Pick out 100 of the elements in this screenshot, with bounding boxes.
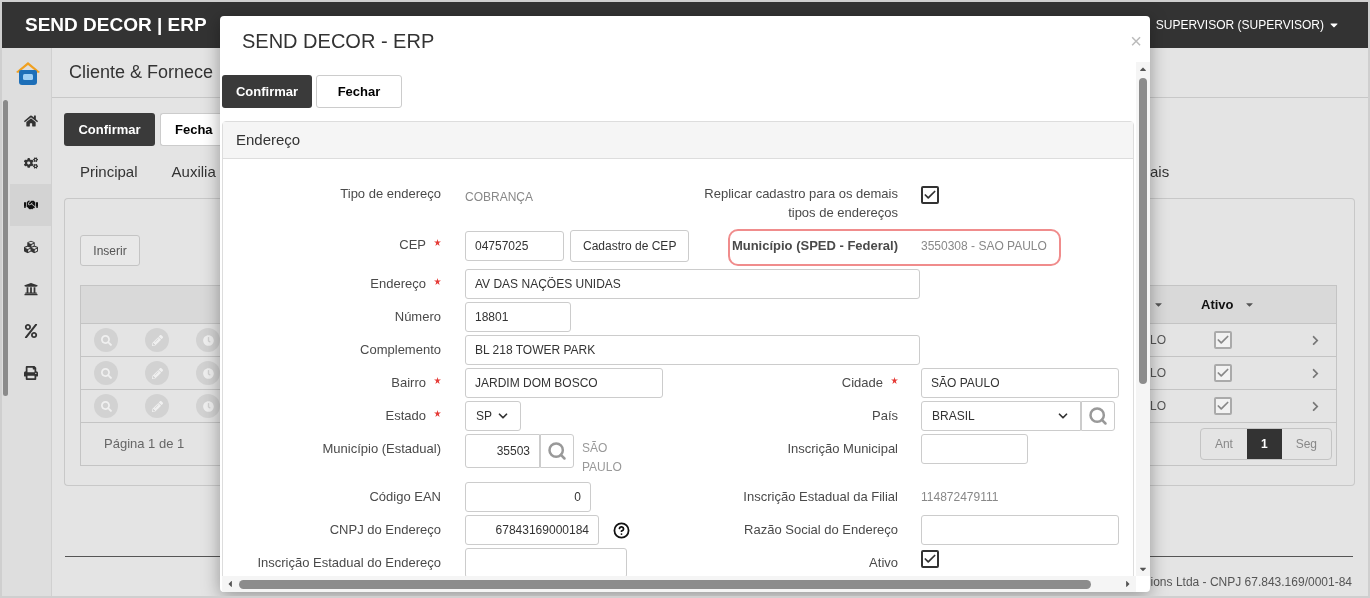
horizontal-scrollbar[interactable] <box>222 576 1136 592</box>
modal-title: SEND DECOR - ERP <box>242 29 435 54</box>
bank-icon <box>23 282 38 296</box>
field-label: Bairro <box>391 374 426 392</box>
table-cell-text: LO <box>1150 332 1167 349</box>
field-label: Município (SPED - Federal) <box>730 237 898 255</box>
sidebar-item[interactable] <box>10 184 51 226</box>
check-icon <box>923 188 937 202</box>
handshake-icon <box>23 198 38 212</box>
confirm-button[interactable]: Confirmar <box>64 113 155 146</box>
field-label: CEP <box>399 236 426 254</box>
check-icon <box>1216 366 1230 380</box>
percent-icon <box>23 324 38 338</box>
history-button[interactable] <box>196 328 220 352</box>
checkbox[interactable] <box>1214 364 1232 382</box>
field-label: Município (Estadual) <box>322 440 441 458</box>
printer-icon <box>23 366 38 380</box>
user-menu[interactable]: SUPERVISOR (SUPERVISOR) <box>1155 16 1324 34</box>
tab[interactable]: Auxilia <box>171 160 216 184</box>
field-label: Complemento <box>360 341 441 359</box>
search-icon <box>547 441 567 461</box>
checkbox[interactable] <box>921 186 939 204</box>
field-label: Cidade <box>841 374 883 392</box>
clock-icon <box>202 367 214 379</box>
home-icon <box>23 114 38 128</box>
check-icon <box>1216 333 1230 347</box>
check-icon <box>923 552 937 566</box>
input-field[interactable] <box>465 548 627 576</box>
gears-icon <box>23 156 38 170</box>
input-field[interactable]: SÃO PAULO <box>921 368 1119 398</box>
field-value: 3550308 - SAO PAULO <box>921 238 1047 255</box>
field-label: Inscrição Municipal <box>787 440 898 458</box>
cep-button[interactable]: Cadastro de CEP <box>570 230 690 262</box>
field-label: Código EAN <box>369 488 441 506</box>
help-icon <box>613 521 630 539</box>
pencil-icon <box>151 334 163 346</box>
select-field[interactable]: BRASIL <box>921 401 1081 431</box>
field-label: Ativo <box>869 554 898 572</box>
field-label: Inscrição Estadual do Endereço <box>257 554 441 572</box>
required-icon <box>891 377 898 384</box>
page-summary: Página 1 de 1 <box>104 435 185 454</box>
required-icon <box>434 410 441 417</box>
chevron-icon <box>1310 400 1321 412</box>
input-field[interactable]: 0 <box>465 482 591 512</box>
field-note: SÃO PAULO <box>582 440 623 476</box>
checkbox[interactable] <box>921 550 939 568</box>
input-field[interactable]: 18801 <box>465 302 571 332</box>
input-field[interactable] <box>921 515 1119 545</box>
close-button[interactable]: Fecha <box>160 113 220 146</box>
field-label: Número <box>394 308 441 326</box>
search-icon <box>100 367 112 379</box>
field-label: CNPJ do Endereço <box>329 521 441 539</box>
footer-text: ions Ltda - CNPJ 67.843.169/0001-84 <box>1150 574 1352 591</box>
tab[interactable]: ais <box>1150 160 1170 184</box>
chevron-icon <box>1310 334 1321 346</box>
field-label: Estado <box>385 407 426 425</box>
input-field[interactable]: 67843169000184 <box>465 515 599 545</box>
table-cell-text: LO <box>1150 365 1167 382</box>
cubes-icon <box>23 240 38 254</box>
vertical-scrollbar[interactable] <box>1136 62 1150 576</box>
history-button[interactable] <box>196 361 220 385</box>
column-header[interactable]: Ativo <box>1201 294 1234 315</box>
confirm-button[interactable]: Confirmar <box>222 75 312 108</box>
field-label: Razão Social do Endereço <box>744 521 898 539</box>
input-field[interactable] <box>921 434 1028 464</box>
input-field[interactable]: AV DAS NAÇÕES UNIDAS <box>465 269 920 299</box>
brand-title: SEND DECOR | ERP <box>25 12 207 37</box>
field-label: Tipo de endereço <box>340 185 441 203</box>
search-icon <box>100 400 112 412</box>
page-title: Cliente & Fornece <box>69 61 214 84</box>
pencil-icon <box>151 367 163 379</box>
close-button[interactable]: Fechar <box>316 75 402 108</box>
section-title: Endereço <box>236 129 301 150</box>
input-field[interactable]: BL 218 TOWER PARK <box>465 335 920 365</box>
insert-button[interactable]: Inserir <box>80 235 140 266</box>
input-field[interactable]: JARDIM DOM BOSCO <box>465 368 663 398</box>
input-field[interactable]: 04757025 <box>465 231 564 261</box>
field-label: Endereço <box>370 275 426 293</box>
clock-icon <box>202 400 214 412</box>
history-button[interactable] <box>196 394 220 418</box>
field-label: Replicar cadastro para os demais tipos de endereços <box>703 185 898 222</box>
search-icon <box>100 334 112 346</box>
field-value: 114872479111 <box>921 490 999 504</box>
page-button[interactable]: 1 <box>1246 429 1282 459</box>
chevron-icon <box>1310 367 1321 379</box>
checkbox[interactable] <box>1214 397 1232 415</box>
search-icon <box>1088 406 1108 426</box>
field-label: Inscrição Estadual da Filial <box>743 488 898 506</box>
search-button[interactable] <box>1081 401 1115 431</box>
tab[interactable]: Principal <box>80 160 138 184</box>
clock-icon <box>202 334 214 346</box>
table-cell-text: LO <box>1150 398 1167 415</box>
search-button[interactable] <box>540 434 574 468</box>
field-label: País <box>872 407 898 425</box>
required-icon <box>434 278 441 285</box>
select-field[interactable]: SP <box>465 401 521 431</box>
input-field[interactable]: 35503 <box>465 434 540 468</box>
checkbox[interactable] <box>1214 331 1232 349</box>
pencil-icon <box>151 400 163 412</box>
required-icon <box>434 239 441 246</box>
